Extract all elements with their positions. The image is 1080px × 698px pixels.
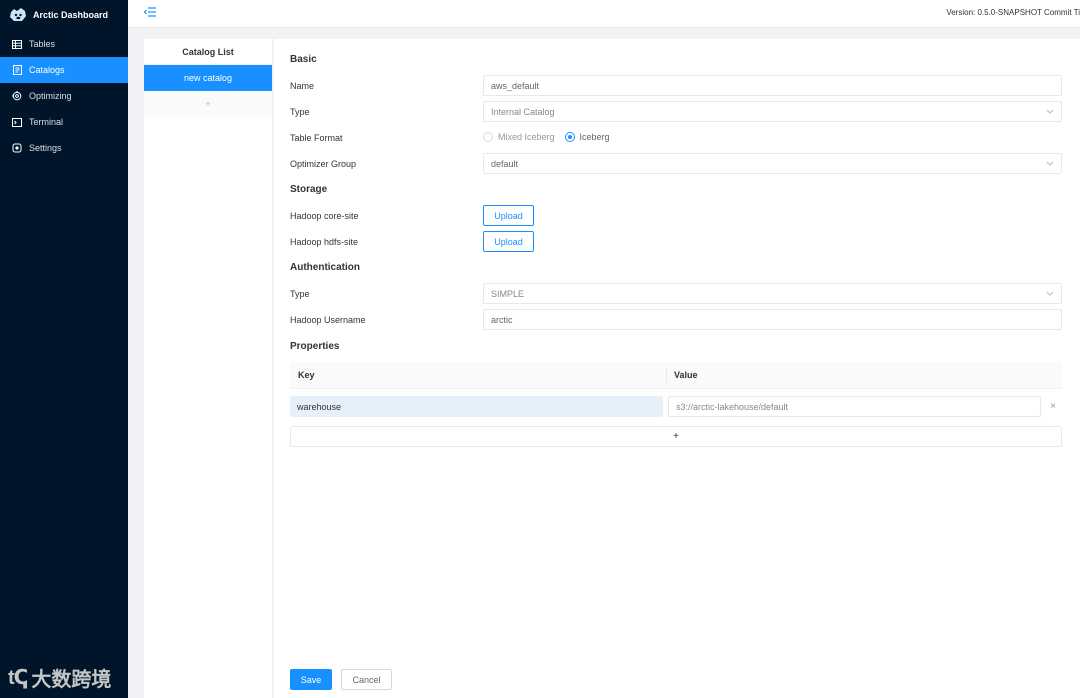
chevron-down-icon (1046, 161, 1054, 166)
catalog-form: Basic Name aws_default Type Internal Cat… (274, 39, 1080, 698)
optimizer-group-label: Optimizer Group (290, 159, 357, 169)
properties-table-header: Key Value (290, 362, 1062, 389)
watermark-text: 大数跨境 (31, 669, 112, 691)
optimizer-group-select[interactable]: default (483, 153, 1062, 174)
chevron-down-icon (1046, 109, 1054, 114)
watermark: tↅ 大数跨境 (8, 663, 111, 692)
section-basic-title: Basic (290, 54, 317, 65)
type-select-value: Internal Catalog (491, 106, 555, 117)
core-site-label: Hadoop core-site (290, 211, 359, 221)
key-column-header: Key (298, 370, 315, 380)
catalog-list-title: Catalog List (144, 39, 272, 65)
delete-property-icon[interactable]: × (1048, 401, 1058, 412)
add-catalog-button[interactable]: + (144, 91, 272, 117)
table-format-label: Table Format (290, 133, 343, 143)
property-key-value: warehouse (297, 401, 342, 412)
catalog-icon (12, 65, 22, 75)
sidebar-item-label: Catalogs (29, 65, 65, 75)
radio-dot-icon (564, 132, 575, 142)
sidebar-item-label: Settings (29, 143, 62, 153)
hadoop-username-value: arctic (491, 314, 513, 325)
radio-label: Iceberg (579, 132, 610, 142)
app-title: Arctic Dashboard (33, 10, 109, 20)
optimizing-icon (12, 91, 22, 101)
sidebar-item-tables[interactable]: Tables (0, 31, 128, 57)
watermark-logo: tↅ (8, 667, 28, 689)
optimizer-group-value: default (491, 158, 519, 169)
radio-dot-icon (483, 132, 493, 142)
table-icon (12, 39, 22, 49)
sidebar-item-label: Tables (29, 39, 56, 49)
brand[interactable]: Arctic Dashboard (0, 0, 128, 30)
radio-label: Mixed Iceberg (498, 132, 555, 142)
chevron-down-icon (1046, 291, 1054, 296)
cancel-button[interactable]: Cancel (341, 669, 392, 690)
hadoop-username-input[interactable]: arctic (483, 309, 1062, 330)
upload-core-site-button[interactable]: Upload (483, 205, 534, 226)
property-value-value: s3://arctic-lakehouse/default (676, 401, 789, 412)
version-info: Version: 0.5.0-SNAPSHOT Commit Ti (946, 8, 1080, 17)
sidebar-item-optimizing[interactable]: Optimizing (0, 83, 128, 109)
sidebar-item-label: Optimizing (29, 91, 72, 101)
hadoop-username-label: Hadoop Username (290, 315, 366, 325)
radio-mixed-iceberg[interactable]: Mixed Iceberg (483, 132, 555, 142)
value-column-header: Value (674, 370, 698, 380)
section-authentication-title: Authentication (290, 262, 360, 273)
type-label: Type (290, 107, 310, 117)
auth-type-label: Type (290, 289, 310, 299)
sidebar-item-settings[interactable]: Settings (0, 135, 128, 161)
name-input-value: aws_default (491, 80, 540, 91)
column-divider (666, 368, 667, 383)
sidebar-item-catalogs[interactable]: Catalogs (0, 57, 128, 83)
add-property-button[interactable]: + (290, 426, 1062, 447)
sidebar-item-label: Terminal (29, 117, 64, 127)
table-format-radio-group: Mixed Iceberg Iceberg (483, 132, 610, 142)
sidebar: Arctic Dashboard Tables Catalogs Optimiz… (0, 0, 128, 698)
catalog-list-panel: Catalog List new catalog + (144, 39, 273, 698)
property-key-input[interactable]: warehouse (290, 396, 663, 417)
sidebar-nav: Tables Catalogs Optimizing Terminal Sett… (0, 31, 128, 161)
terminal-icon (12, 117, 22, 127)
auth-type-value: SIMPLE (491, 288, 525, 299)
name-label: Name (290, 81, 315, 91)
auth-type-select[interactable]: SIMPLE (483, 283, 1062, 304)
catalog-list-item[interactable]: new catalog (144, 65, 272, 91)
top-header: Version: 0.5.0-SNAPSHOT Commit Ti (128, 0, 1080, 28)
menu-fold-icon[interactable] (144, 7, 156, 17)
hdfs-site-label: Hadoop hdfs-site (290, 237, 359, 247)
settings-icon (12, 143, 22, 153)
radio-iceberg[interactable]: Iceberg (564, 132, 610, 142)
section-properties-title: Properties (290, 341, 340, 352)
property-value-input[interactable]: s3://arctic-lakehouse/default (668, 396, 1041, 417)
name-input[interactable]: aws_default (483, 75, 1062, 96)
upload-hdfs-site-button[interactable]: Upload (483, 231, 534, 252)
section-storage-title: Storage (290, 184, 328, 195)
type-select[interactable]: Internal Catalog (483, 101, 1062, 122)
save-button[interactable]: Save (290, 669, 332, 690)
sidebar-item-terminal[interactable]: Terminal (0, 109, 128, 135)
arctic-bear-logo-icon (10, 8, 26, 21)
